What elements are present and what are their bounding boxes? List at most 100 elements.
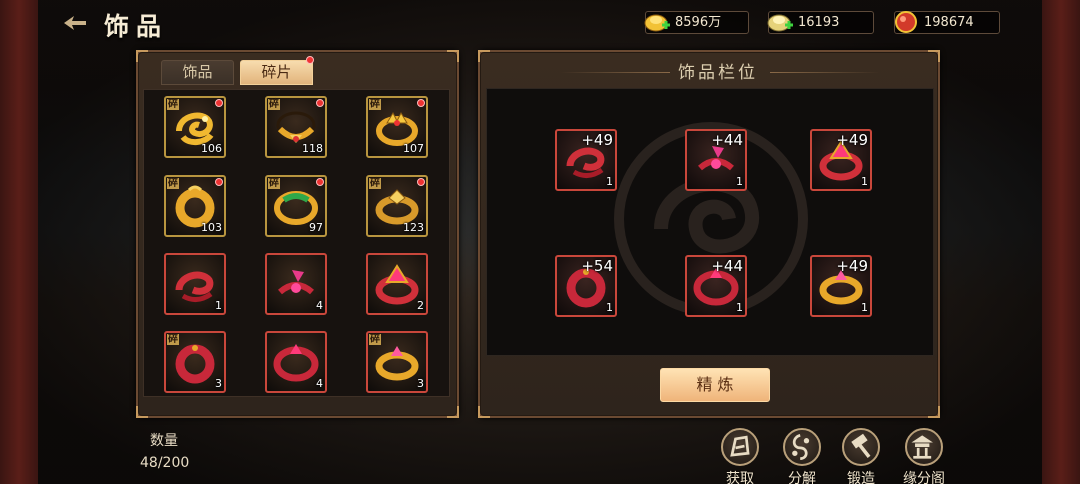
- item-count: 103: [201, 221, 222, 234]
- item-count: 107: [403, 142, 424, 155]
- silver-value: 16193: [798, 15, 840, 30]
- fragment-badge: 碎: [369, 99, 381, 110]
- corner-ornament: [447, 50, 459, 62]
- item-slot[interactable]: 4: [265, 331, 327, 393]
- tab-fragments[interactable]: 碎片: [240, 60, 313, 85]
- tab-notification-dot: [306, 56, 314, 64]
- left-pillar: [0, 0, 38, 484]
- silver-resource: 16193: [767, 11, 874, 34]
- item-slot[interactable]: 碎 107: [366, 96, 428, 158]
- item-slot[interactable]: 碎 97: [265, 175, 327, 237]
- notification-dot: [215, 178, 223, 186]
- corner-ornament: [478, 406, 490, 418]
- notification-dot: [316, 99, 324, 107]
- equip-slot[interactable]: +44 1: [685, 129, 747, 191]
- red-jewel-cluster-icon: [278, 270, 314, 295]
- forge-hammer-icon: [842, 428, 880, 466]
- red-dragon-ring-icon: [175, 271, 214, 302]
- notification-dot: [215, 99, 223, 107]
- tab-accessories[interactable]: 饰品: [161, 60, 234, 85]
- gold-value: 8596万: [675, 15, 722, 30]
- equip-slot[interactable]: +54 1: [555, 255, 617, 317]
- corner-ornament: [136, 406, 148, 418]
- item-slot[interactable]: 碎 123: [366, 175, 428, 237]
- item-count: 4: [316, 299, 323, 312]
- pavilion-icon: [905, 428, 943, 466]
- corner-ornament: [928, 406, 940, 418]
- corner-ornament: [136, 50, 148, 62]
- corner-ornament: [478, 50, 490, 62]
- equip-slot[interactable]: +49 1: [555, 129, 617, 191]
- fragment-badge: 碎: [369, 334, 381, 345]
- item-slot[interactable]: 碎 3: [164, 331, 226, 393]
- slot-count: 1: [736, 301, 743, 314]
- refine-button[interactable]: 精 炼: [660, 368, 770, 402]
- slot-count: 1: [861, 301, 868, 314]
- gold-resource: 8596万: [644, 11, 749, 34]
- decompose-label: 分解: [788, 471, 816, 484]
- equip-slot[interactable]: +49 1: [810, 129, 872, 191]
- back-arrow-icon[interactable]: [62, 14, 88, 32]
- item-slot[interactable]: 碎 3: [366, 331, 428, 393]
- red-crown-ring-icon: [375, 264, 419, 305]
- item-count: 3: [215, 377, 222, 390]
- title-divider: [770, 72, 880, 73]
- fragment-badge: 碎: [268, 178, 280, 189]
- item-slot[interactable]: 2: [366, 253, 428, 315]
- item-slot[interactable]: 碎 118: [265, 96, 327, 158]
- pavilion-label: 缘分阁: [903, 471, 945, 484]
- obtain-label: 获取: [726, 471, 754, 484]
- enhance-level: +49: [836, 131, 868, 149]
- corner-ornament: [928, 50, 940, 62]
- pavilion-button[interactable]: 缘分阁: [898, 428, 950, 484]
- gem-value: 198674: [924, 15, 974, 30]
- title-divider: [560, 72, 670, 73]
- top-bar: 饰品 8596万 16193 198674: [0, 0, 1080, 44]
- enhance-level: +44: [711, 257, 743, 275]
- notification-dot: [417, 178, 425, 186]
- fragment-badge: 碎: [369, 178, 381, 189]
- enhance-level: +44: [711, 131, 743, 149]
- obtain-button[interactable]: 获取: [718, 428, 762, 484]
- equip-slot[interactable]: +44 1: [685, 255, 747, 317]
- fragment-badge: 碎: [167, 334, 179, 345]
- item-count: 2: [417, 299, 424, 312]
- enhance-level: +49: [581, 131, 613, 149]
- right-pillar: [1042, 0, 1080, 484]
- item-slot[interactable]: 1: [164, 253, 226, 315]
- red-gem-icon: [895, 11, 917, 33]
- slot-count: 1: [736, 175, 743, 188]
- item-count: 3: [417, 377, 424, 390]
- quantity-value: 48/200: [140, 455, 190, 471]
- gem-resource: 198674: [894, 11, 1000, 34]
- fragment-badge: 碎: [268, 99, 280, 110]
- decompose-button[interactable]: 分解: [780, 428, 824, 484]
- item-count: 118: [302, 142, 323, 155]
- red-band-ring-icon: [273, 344, 319, 382]
- item-slot[interactable]: 4: [265, 253, 327, 315]
- slot-count: 1: [606, 175, 613, 188]
- slot-count: 1: [861, 175, 868, 188]
- notification-dot: [316, 178, 324, 186]
- item-count: 1: [215, 299, 222, 312]
- item-slot[interactable]: 碎 106: [164, 96, 226, 158]
- notification-dot: [417, 99, 425, 107]
- item-count: 97: [309, 221, 323, 234]
- enhance-level: +49: [836, 257, 868, 275]
- corner-ornament: [447, 406, 459, 418]
- item-count: 4: [316, 377, 323, 390]
- page-title: 饰品: [104, 12, 169, 41]
- slots-title: 饰品栏位: [678, 63, 758, 83]
- item-slot[interactable]: 碎 103: [164, 175, 226, 237]
- silver-ingot-icon: [767, 14, 793, 32]
- gold-ingot-icon: [644, 14, 670, 32]
- item-count: 106: [201, 142, 222, 155]
- forge-label: 锻造: [847, 471, 875, 484]
- enhance-level: +54: [581, 257, 613, 275]
- slot-count: 1: [606, 301, 613, 314]
- decompose-icon: [783, 428, 821, 466]
- obtain-icon: [721, 428, 759, 466]
- forge-button[interactable]: 锻造: [839, 428, 883, 484]
- item-count: 123: [403, 221, 424, 234]
- equip-slot[interactable]: +49 1: [810, 255, 872, 317]
